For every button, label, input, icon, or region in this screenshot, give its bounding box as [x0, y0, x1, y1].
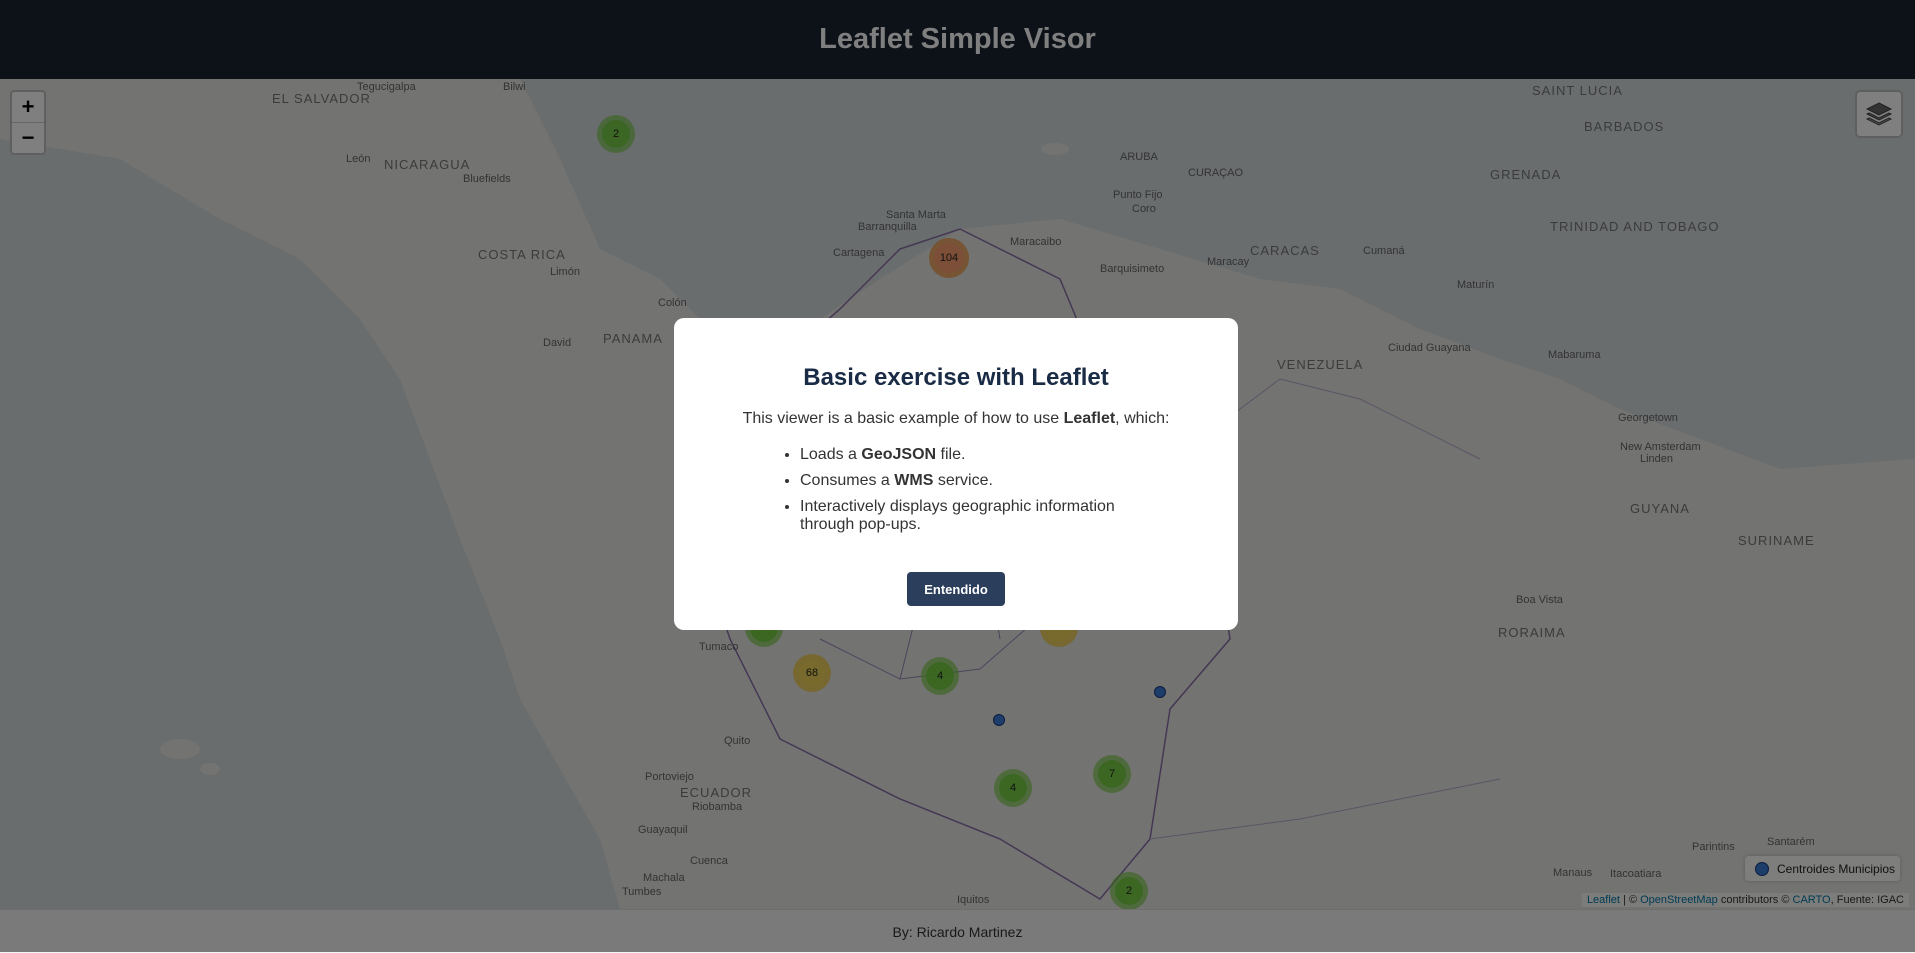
feature-list: Loads a GeoJSON file. Consumes a WMS ser…	[714, 446, 1198, 534]
welcome-dialog: Basic exercise with Leaflet This viewer …	[674, 318, 1238, 630]
list-item: Interactively displays geographic inform…	[800, 498, 1130, 534]
dialog-intro: This viewer is a basic example of how to…	[742, 410, 1170, 427]
list-item: Loads a GeoJSON file.	[800, 446, 1130, 464]
confirm-button[interactable]: Entendido	[907, 572, 1005, 606]
list-item: Consumes a WMS service.	[800, 472, 1130, 490]
dialog-title: Basic exercise with Leaflet	[803, 364, 1109, 391]
